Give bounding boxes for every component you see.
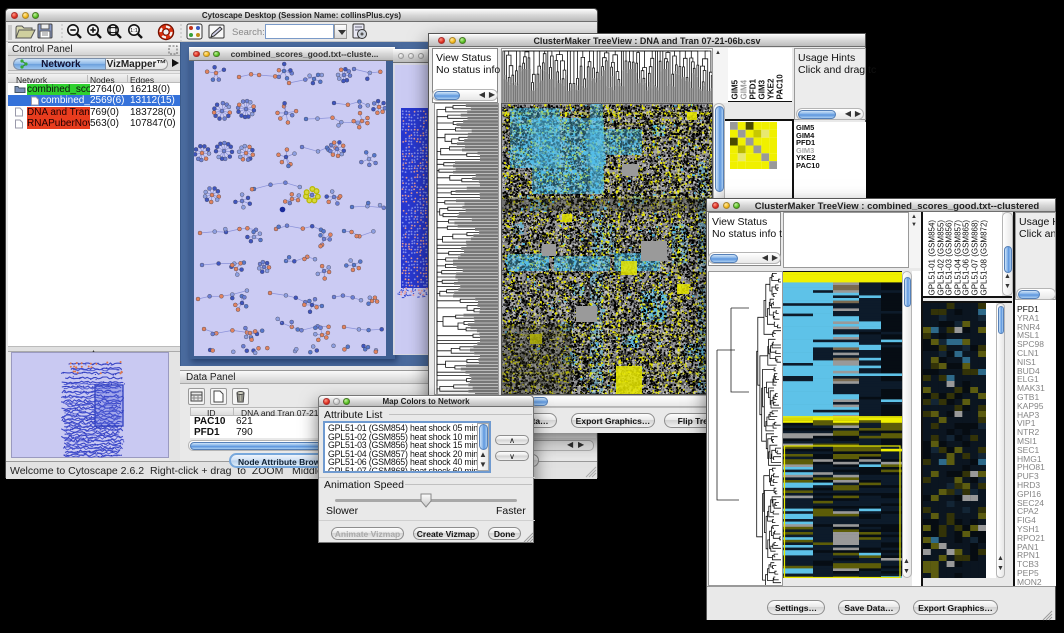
svg-text:1:1: 1:1: [130, 28, 138, 34]
